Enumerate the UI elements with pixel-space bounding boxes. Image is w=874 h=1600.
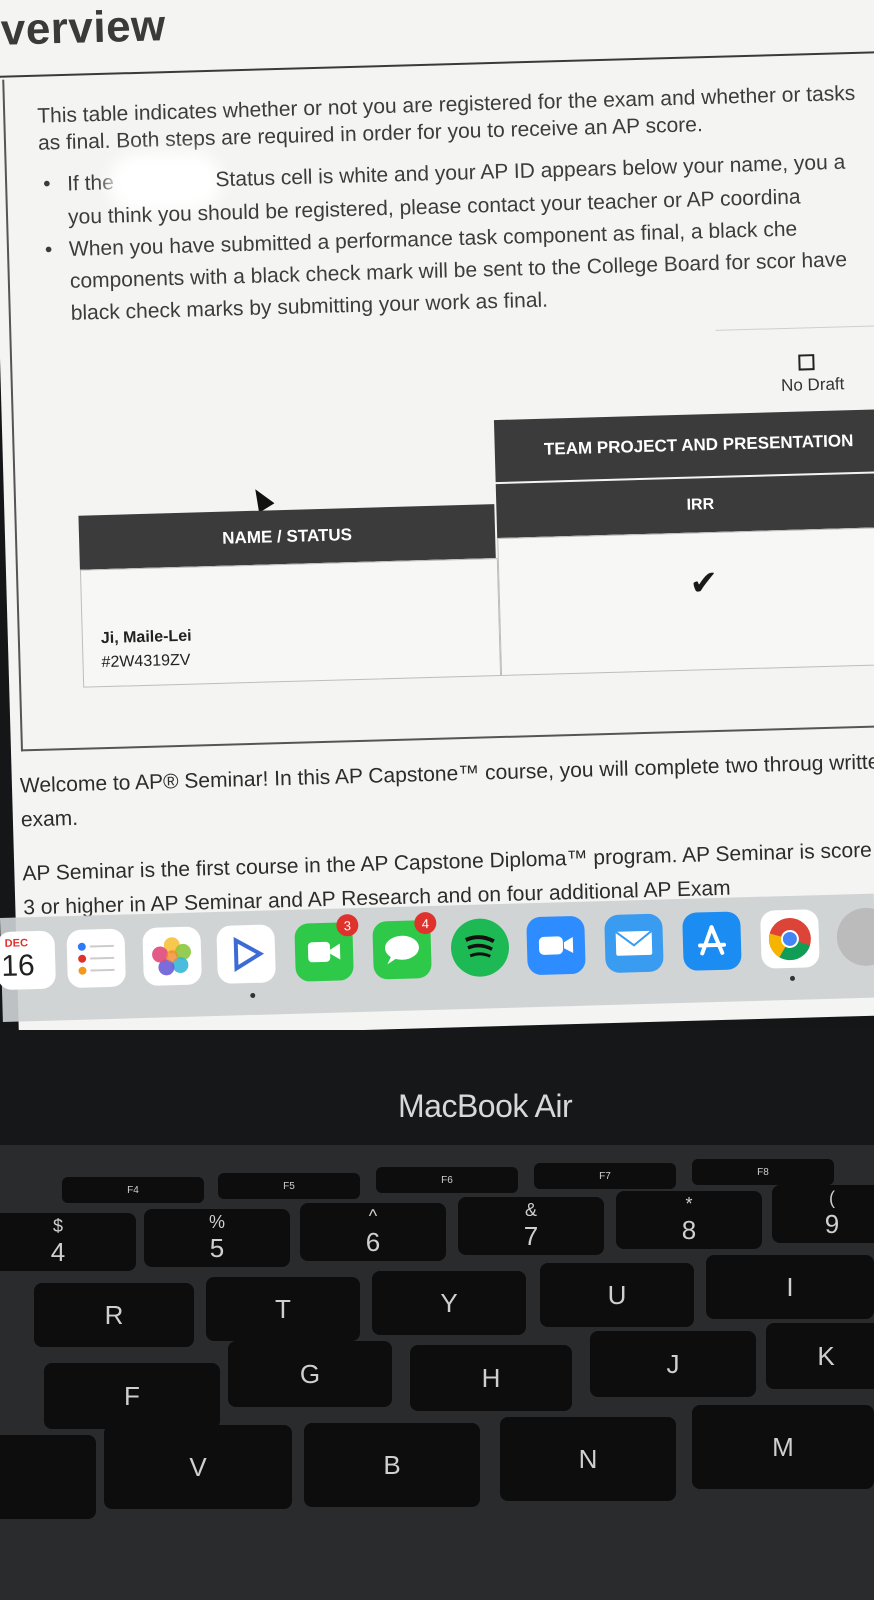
key-r[interactable]: R: [34, 1283, 194, 1347]
key-k[interactable]: K: [766, 1323, 874, 1389]
zoom-glyph: [538, 936, 574, 955]
status-table: TEAM PROJECT AND PRESENTATION IRR NAME /…: [76, 408, 874, 702]
key-m[interactable]: M: [692, 1405, 874, 1489]
student-ap-id: #2W4319ZV: [101, 651, 191, 672]
reminders-glyph: [77, 942, 115, 975]
play-glyph: [233, 937, 265, 972]
running-indicator: [789, 975, 796, 981]
key-f5[interactable]: F5: [218, 1173, 360, 1199]
no-draft-label: No Draft: [780, 374, 845, 396]
page-title: verview: [0, 1, 167, 55]
key-5[interactable]: % 5: [144, 1209, 290, 1267]
welcome-paragraph: Welcome to AP® Seminar! In this AP Capst…: [19, 750, 874, 832]
irr-cell: ✔: [497, 526, 874, 676]
spotify-icon[interactable]: [450, 917, 510, 978]
calendar-icon[interactable]: DEC 16: [0, 930, 56, 991]
laptop-brand-label: MacBook Air: [398, 1088, 573, 1124]
glare-spot: [119, 163, 211, 201]
key-f[interactable]: F: [44, 1363, 220, 1429]
chrome-glyph: [768, 917, 811, 961]
key-6-label: 6: [365, 1227, 381, 1257]
facetime-glyph: [307, 941, 341, 963]
reminders-icon[interactable]: [66, 928, 126, 989]
key-7-label: 7: [523, 1221, 539, 1251]
mail-glyph: [615, 930, 653, 956]
bullet-text-start: If the: [66, 171, 115, 196]
key-8-label: 8: [681, 1215, 697, 1245]
partial-app-icon[interactable]: [836, 907, 874, 967]
zoom-icon[interactable]: [526, 915, 586, 976]
messages-glyph: [384, 935, 419, 965]
name-status-cell: Ji, Maile-Lei #2W4319ZV: [79, 558, 502, 688]
key-n[interactable]: N: [500, 1417, 676, 1501]
student-name: Ji, Maile-Lei: [100, 627, 192, 648]
key-9-shift: (: [829, 1188, 835, 1208]
chrome-icon[interactable]: [760, 909, 820, 969]
key-u[interactable]: U: [540, 1263, 694, 1327]
key-6[interactable]: ^ 6: [300, 1203, 446, 1261]
key-partial[interactable]: [0, 1435, 96, 1519]
key-4-shift: $: [52, 1216, 63, 1236]
key-4-label: 4: [50, 1237, 66, 1267]
key-t[interactable]: T: [206, 1277, 360, 1341]
key-v[interactable]: V: [104, 1425, 292, 1509]
key-j[interactable]: J: [590, 1331, 756, 1397]
bullet-text: When you have submitted a performance ta…: [68, 217, 848, 325]
app-store-icon[interactable]: [682, 911, 742, 971]
facetime-icon[interactable]: 3: [294, 914, 359, 982]
play-icon[interactable]: [216, 924, 276, 984]
key-h[interactable]: H: [410, 1345, 572, 1411]
key-4[interactable]: $4: [0, 1213, 136, 1271]
key-i[interactable]: I: [706, 1255, 874, 1319]
key-f7[interactable]: F7: [534, 1163, 676, 1189]
key-8-shift: *: [685, 1194, 693, 1214]
key-y[interactable]: Y: [372, 1271, 526, 1335]
key-f6[interactable]: F6: [376, 1167, 518, 1193]
no-draft-checkbox[interactable]: [798, 354, 815, 371]
running-indicator: [250, 992, 256, 999]
key-9[interactable]: (9: [772, 1185, 874, 1243]
key-g[interactable]: G: [228, 1341, 392, 1407]
facetime-badge: 3: [336, 914, 359, 937]
messages-badge: 4: [414, 911, 437, 935]
photos-glyph: [152, 937, 192, 976]
checkmark-icon: ✔: [689, 563, 719, 603]
keyboard-deck: F4 F5 F6 F7 F8 $4 % 5 ^ 6 & 7 * 8 (9 R T Y U…: [0, 1145, 874, 1600]
key-9-label: 9: [824, 1209, 840, 1239]
spotify-glyph: [464, 935, 495, 958]
key-7[interactable]: & 7: [458, 1197, 604, 1255]
key-5-shift: %: [208, 1212, 225, 1232]
key-5-label: 5: [209, 1233, 225, 1263]
key-b[interactable]: B: [304, 1423, 480, 1507]
key-f4[interactable]: F4: [62, 1177, 204, 1203]
key-8[interactable]: * 8: [616, 1191, 762, 1249]
calendar-month: DEC: [4, 937, 29, 950]
key-7-shift: &: [524, 1200, 537, 1220]
photos-icon[interactable]: [142, 926, 202, 987]
key-f8[interactable]: F8: [692, 1159, 834, 1185]
messages-icon[interactable]: 4: [372, 911, 437, 980]
team-project-header: TEAM PROJECT AND PRESENTATION: [493, 408, 874, 483]
mail-icon[interactable]: [604, 913, 664, 974]
calendar-day: 16: [0, 949, 36, 983]
key-6-shift: ^: [368, 1206, 378, 1226]
app-store-glyph: [698, 925, 727, 956]
instruction-list: If the Status cell is white and your AP …: [39, 145, 874, 330]
laptop-screen: verview This table indicates whether or …: [0, 0, 874, 1040]
photo-scene: verview This table indicates whether or …: [0, 0, 874, 1600]
